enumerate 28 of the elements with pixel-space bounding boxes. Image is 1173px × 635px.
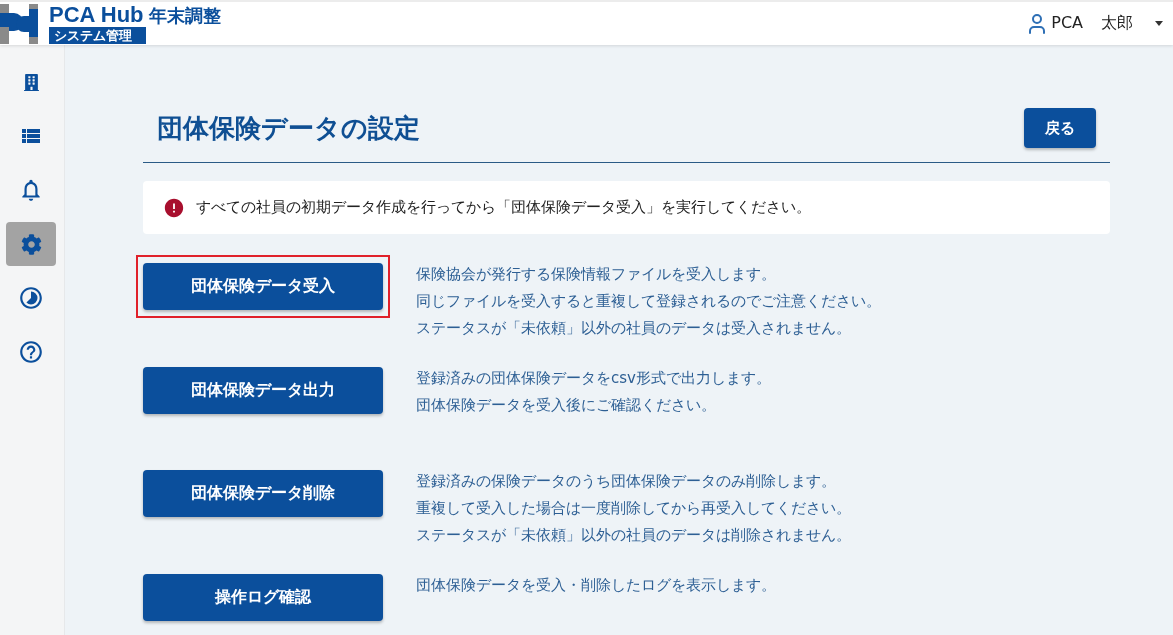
description-text: 同じファイルを受入すると重複して登録されるのでご注意ください。 xyxy=(416,291,881,312)
error-icon xyxy=(163,196,185,219)
description-text: 団体保険データを受入・削除したログを表示します。 xyxy=(416,574,776,596)
page-title: 団体保険データの設定 xyxy=(157,111,420,145)
help-icon xyxy=(18,339,44,365)
building-icon xyxy=(22,73,40,91)
section-label: システム管理 xyxy=(49,26,146,44)
description-text: ステータスが「未依頼」以外の社員のデータは削除されません。 xyxy=(416,525,851,546)
description-text: 団体保険データを受入後にご確認ください。 xyxy=(416,394,716,416)
user-menu[interactable]: PCA 太郎 xyxy=(1025,11,1163,36)
back-button[interactable]: 戻る xyxy=(1024,108,1096,148)
notice-text: すべての社員の初期データ作成を行ってから「団体保険データ受入」を実行してください。 xyxy=(196,198,811,217)
app-name: PCA Hub xyxy=(49,3,144,25)
description-text: 登録済みの団体保険データをcsv形式で出力します。 xyxy=(416,367,771,389)
description-text: 重複して受入した場合は一度削除してから再受入してください。 xyxy=(416,498,851,519)
module-name: 年末調整 xyxy=(148,4,221,26)
action-button[interactable]: 操作ログ確認 xyxy=(143,573,383,621)
description-text: 登録済みの保険データのうち団体保険データのみ削除します。 xyxy=(416,471,836,492)
action-button[interactable]: 団体保険データ削除 xyxy=(143,470,383,517)
description-text: ステータスが「未依頼」以外の社員のデータは受入されません。 xyxy=(416,318,851,339)
action-button[interactable]: 団体保険データ受入 xyxy=(143,263,383,310)
pie-chart-icon xyxy=(18,285,44,311)
sidebar-item[interactable] xyxy=(6,222,56,266)
logo-icon xyxy=(0,3,38,44)
caret-icon xyxy=(1155,21,1163,26)
description-text: 保険協会が発行する保険情報ファイルを受入します。 xyxy=(416,264,776,285)
action-button[interactable]: 団体保険データ出力 xyxy=(143,366,383,414)
settings-icon xyxy=(20,233,42,255)
